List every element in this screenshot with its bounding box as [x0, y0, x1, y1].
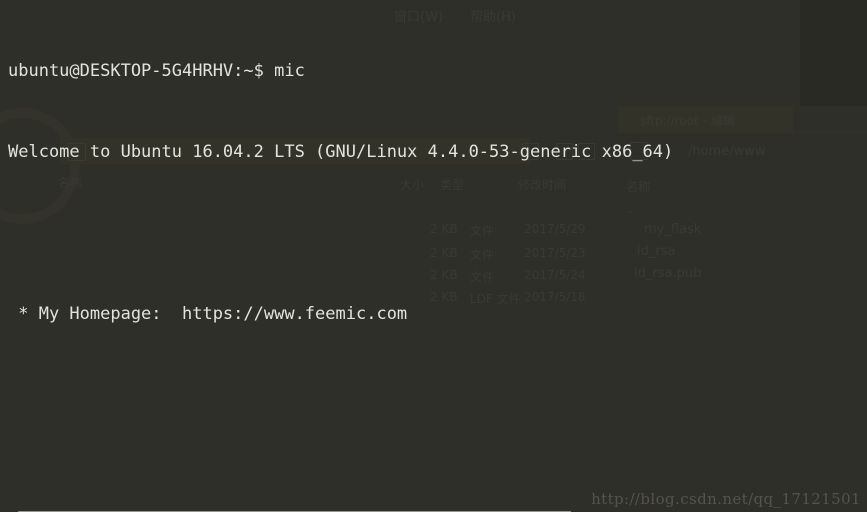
terminal-window[interactable]: 窗口(W) 帮助(H) ssh 名称 sftp://root - 编辑 /hom… — [0, 0, 867, 512]
terminal-line-blank-1 — [8, 220, 859, 247]
terminal-line-prompt-host: ubuntu@DESKTOP-5G4HRHV:~$ mic — [8, 61, 305, 81]
terminal-line-welcome: Welcome to Ubuntu 16.04.2 LTS (GNU/Linux… — [8, 142, 674, 162]
terminal-line-homepage: * My Homepage: https://www.feemic.com — [8, 304, 408, 324]
terminal-content[interactable]: ubuntu@DESKTOP-5G4HRHV:~$ mic Welcome to… — [0, 0, 867, 512]
watermark: http://blog.csdn.net/qq_17121501 — [591, 490, 861, 508]
terminal-line-blank-2 — [8, 382, 859, 409]
